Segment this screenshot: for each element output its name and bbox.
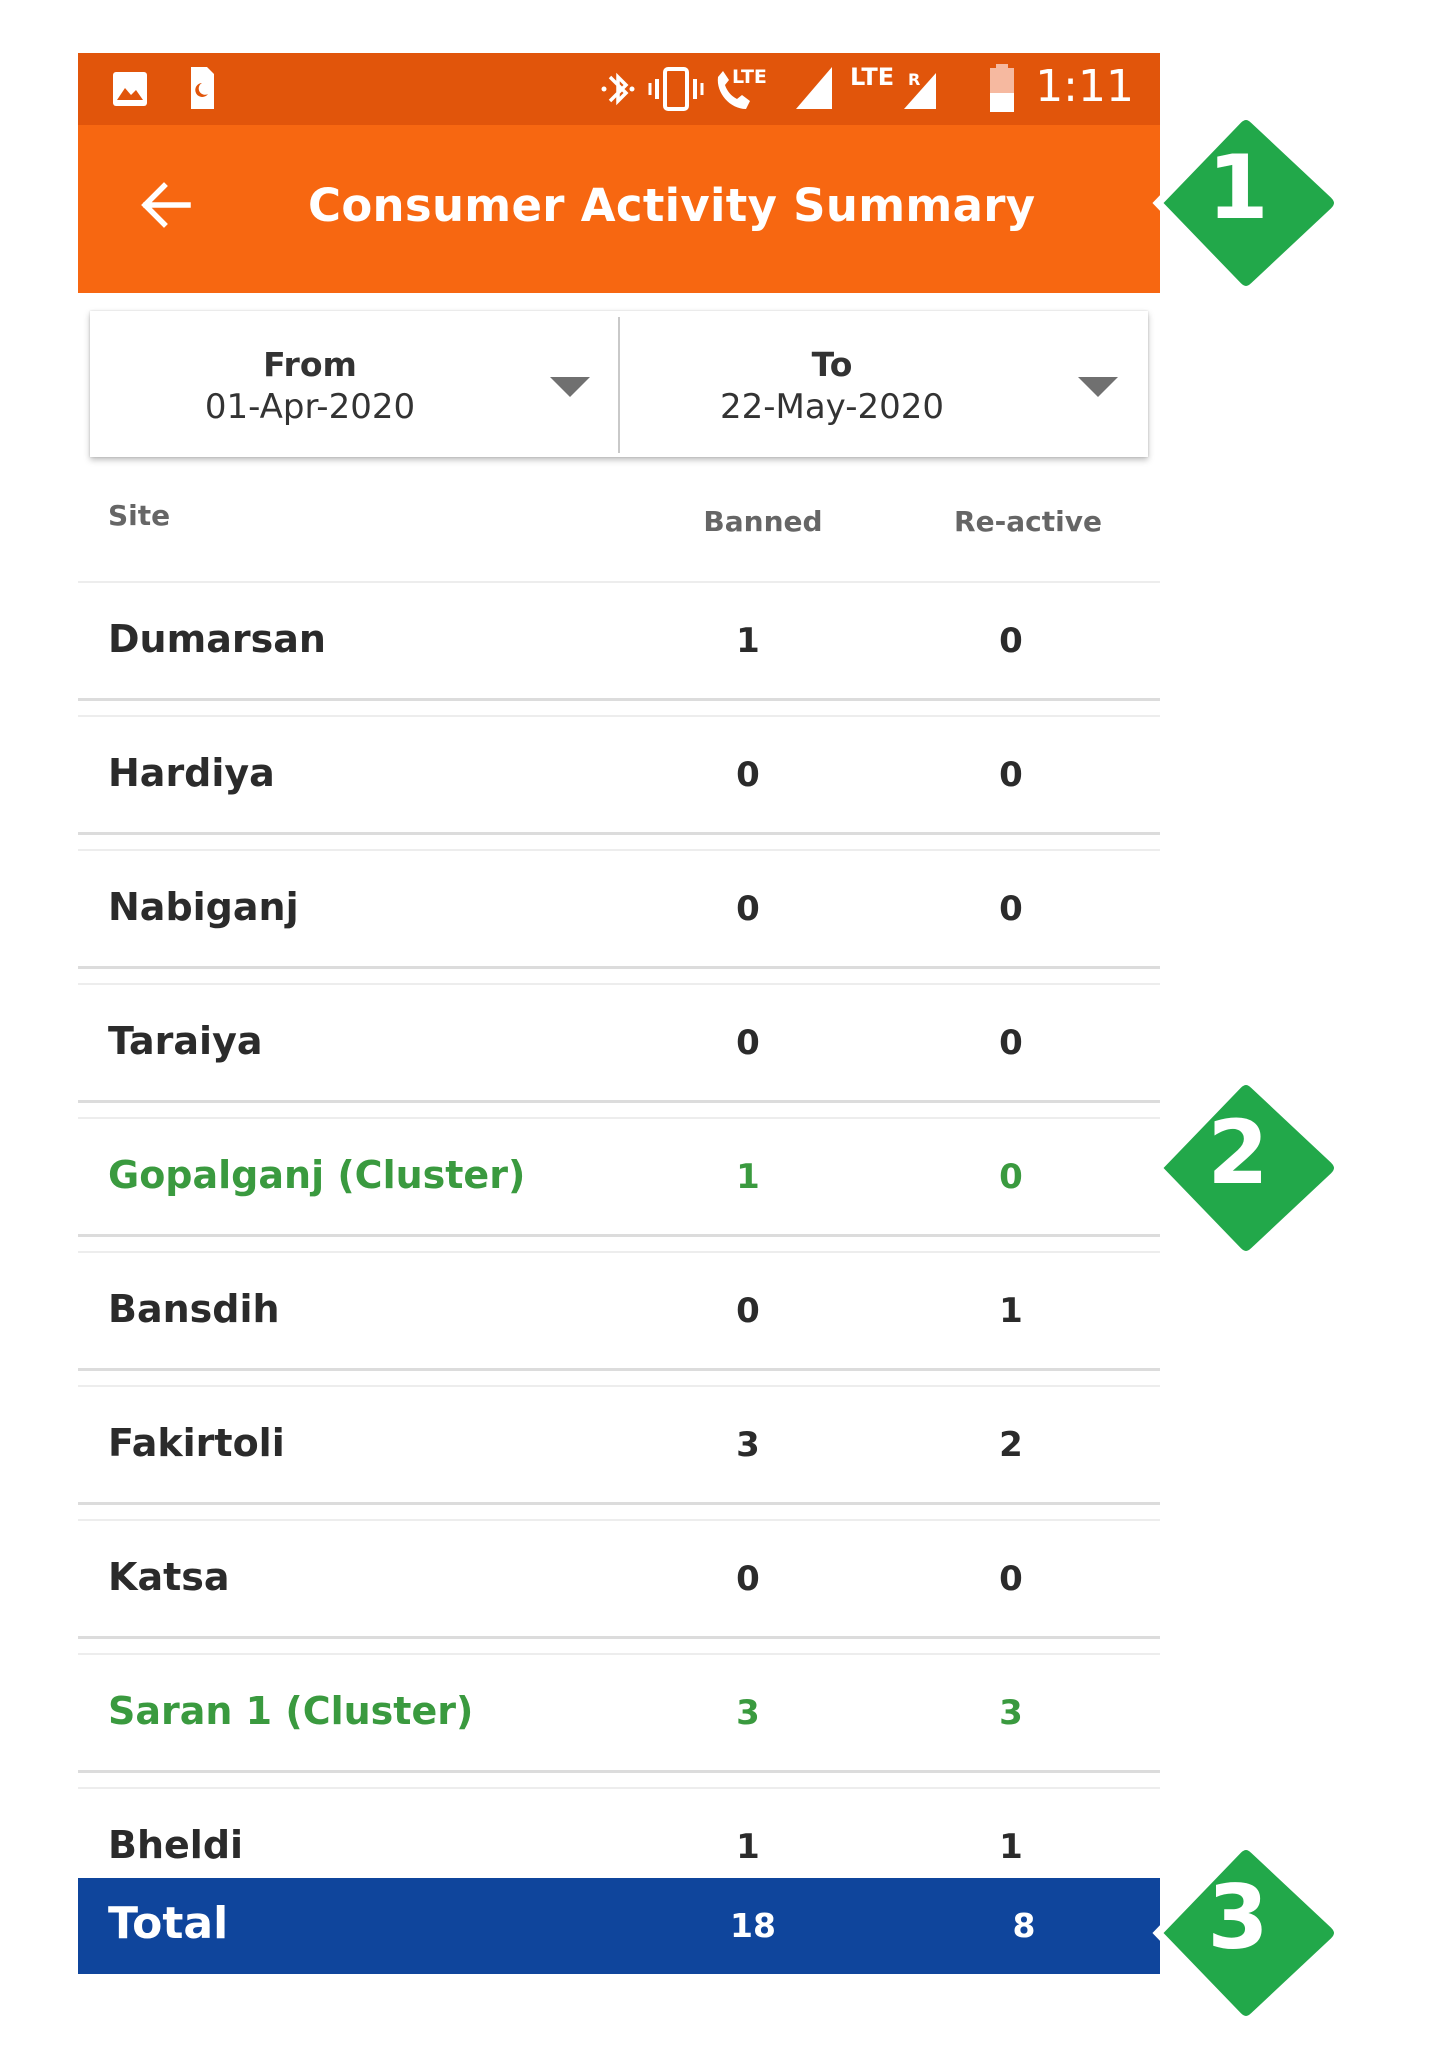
- gallery-icon: [113, 72, 147, 106]
- total-banned: 18: [730, 1906, 776, 1945]
- status-bar: LTE LTE R 1:11: [78, 53, 1160, 125]
- reactive-count: 0: [999, 755, 1023, 795]
- site-name: Fakirtoli: [108, 1421, 285, 1465]
- cluster-row[interactable]: Gopalganj (Cluster) 1 0: [78, 1117, 1160, 1237]
- callout-number: 3: [1207, 1866, 1269, 1969]
- site-name: Nabiganj: [108, 885, 299, 929]
- svg-text:LTE: LTE: [732, 66, 767, 88]
- to-label: To: [811, 345, 853, 384]
- reactive-count: 0: [999, 1559, 1023, 1599]
- to-date-value: 22-May-2020: [719, 387, 945, 427]
- table-row[interactable]: Fakirtoli 3 2: [78, 1385, 1160, 1505]
- site-name: Katsa: [108, 1555, 230, 1599]
- site-name: Gopalganj (Cluster): [108, 1153, 526, 1197]
- site-name: Hardiya: [108, 751, 275, 795]
- reactive-count: 2: [999, 1425, 1023, 1465]
- column-header-banned: Banned: [703, 505, 823, 538]
- roaming-label: R: [908, 70, 920, 89]
- volte-call-icon: LTE: [717, 66, 767, 109]
- banned-count: 3: [736, 1425, 760, 1465]
- reactive-count: 1: [999, 1291, 1023, 1331]
- caret-down-icon: [1078, 377, 1118, 397]
- site-name: Dumarsan: [108, 617, 326, 661]
- site-name: Bheldi: [108, 1823, 244, 1867]
- bluetooth-icon: [601, 72, 635, 106]
- caret-down-icon: [550, 377, 590, 397]
- site-name: Taraiya: [108, 1019, 263, 1063]
- from-date-dropdown[interactable]: From 01-Apr-2020: [90, 311, 618, 457]
- column-header-reactive: Re-active: [954, 505, 1102, 538]
- table-row[interactable]: Bansdih 0 1: [78, 1251, 1160, 1371]
- app-bar: Consumer Activity Summary: [78, 125, 1160, 293]
- from-date-value: 01-Apr-2020: [204, 387, 416, 427]
- callout-badge: 2: [1150, 1063, 1350, 1273]
- lte-label: LTE: [850, 63, 894, 91]
- to-date-dropdown[interactable]: To 22-May-2020: [620, 311, 1148, 457]
- total-reactive: 8: [1012, 1906, 1036, 1945]
- battery-icon: [990, 64, 1014, 112]
- date-range-picker: From 01-Apr-2020 To 22-May-2020: [90, 311, 1148, 457]
- phone-screen: LTE LTE R 1:11 Consumer Activity Summary…: [78, 53, 1160, 1978]
- table-row[interactable]: Dumarsan 1 0: [78, 581, 1160, 701]
- banned-count: 0: [736, 1559, 760, 1599]
- callout-badge: 3: [1150, 1828, 1350, 2038]
- reactive-count: 0: [999, 889, 1023, 929]
- sim-icon: [191, 67, 214, 109]
- cluster-row[interactable]: Saran 1 (Cluster) 3 3: [78, 1653, 1160, 1773]
- table-row[interactable]: Katsa 0 0: [78, 1519, 1160, 1639]
- callout-badge: 1: [1150, 98, 1350, 308]
- reactive-count: 1: [999, 1827, 1023, 1867]
- reactive-count: 0: [999, 1157, 1023, 1197]
- total-label: Total: [108, 1898, 229, 1949]
- banned-count: 0: [736, 755, 760, 795]
- banned-count: 1: [736, 1827, 760, 1867]
- callout-number: 1: [1207, 136, 1269, 239]
- reactive-count: 3: [999, 1693, 1023, 1733]
- column-header-site: Site: [108, 499, 171, 532]
- table-row[interactable]: Hardiya 0 0: [78, 715, 1160, 835]
- signal-icon: [796, 67, 832, 109]
- reactive-count: 0: [999, 621, 1023, 661]
- reactive-count: 0: [999, 1023, 1023, 1063]
- banned-count: 0: [736, 1291, 760, 1331]
- banned-count: 1: [736, 621, 760, 661]
- site-name: Bansdih: [108, 1287, 280, 1331]
- total-bar: Total 18 8: [78, 1878, 1160, 1974]
- page-title: Consumer Activity Summary: [308, 179, 1036, 232]
- table-row[interactable]: Taraiya 0 0: [78, 983, 1160, 1103]
- banned-count: 0: [736, 889, 760, 929]
- table-row[interactable]: Nabiganj 0 0: [78, 849, 1160, 969]
- lte-roaming-signal-icon: LTE R: [850, 63, 936, 109]
- from-label: From: [263, 345, 357, 384]
- banned-count: 0: [736, 1023, 760, 1063]
- arrow-left-icon[interactable]: [136, 175, 196, 235]
- site-name: Saran 1 (Cluster): [108, 1689, 474, 1733]
- clock: 1:11: [1035, 61, 1134, 112]
- callout-number: 2: [1207, 1101, 1269, 1204]
- vibrate-icon: [648, 67, 704, 111]
- banned-count: 1: [736, 1157, 760, 1197]
- banned-count: 3: [736, 1693, 760, 1733]
